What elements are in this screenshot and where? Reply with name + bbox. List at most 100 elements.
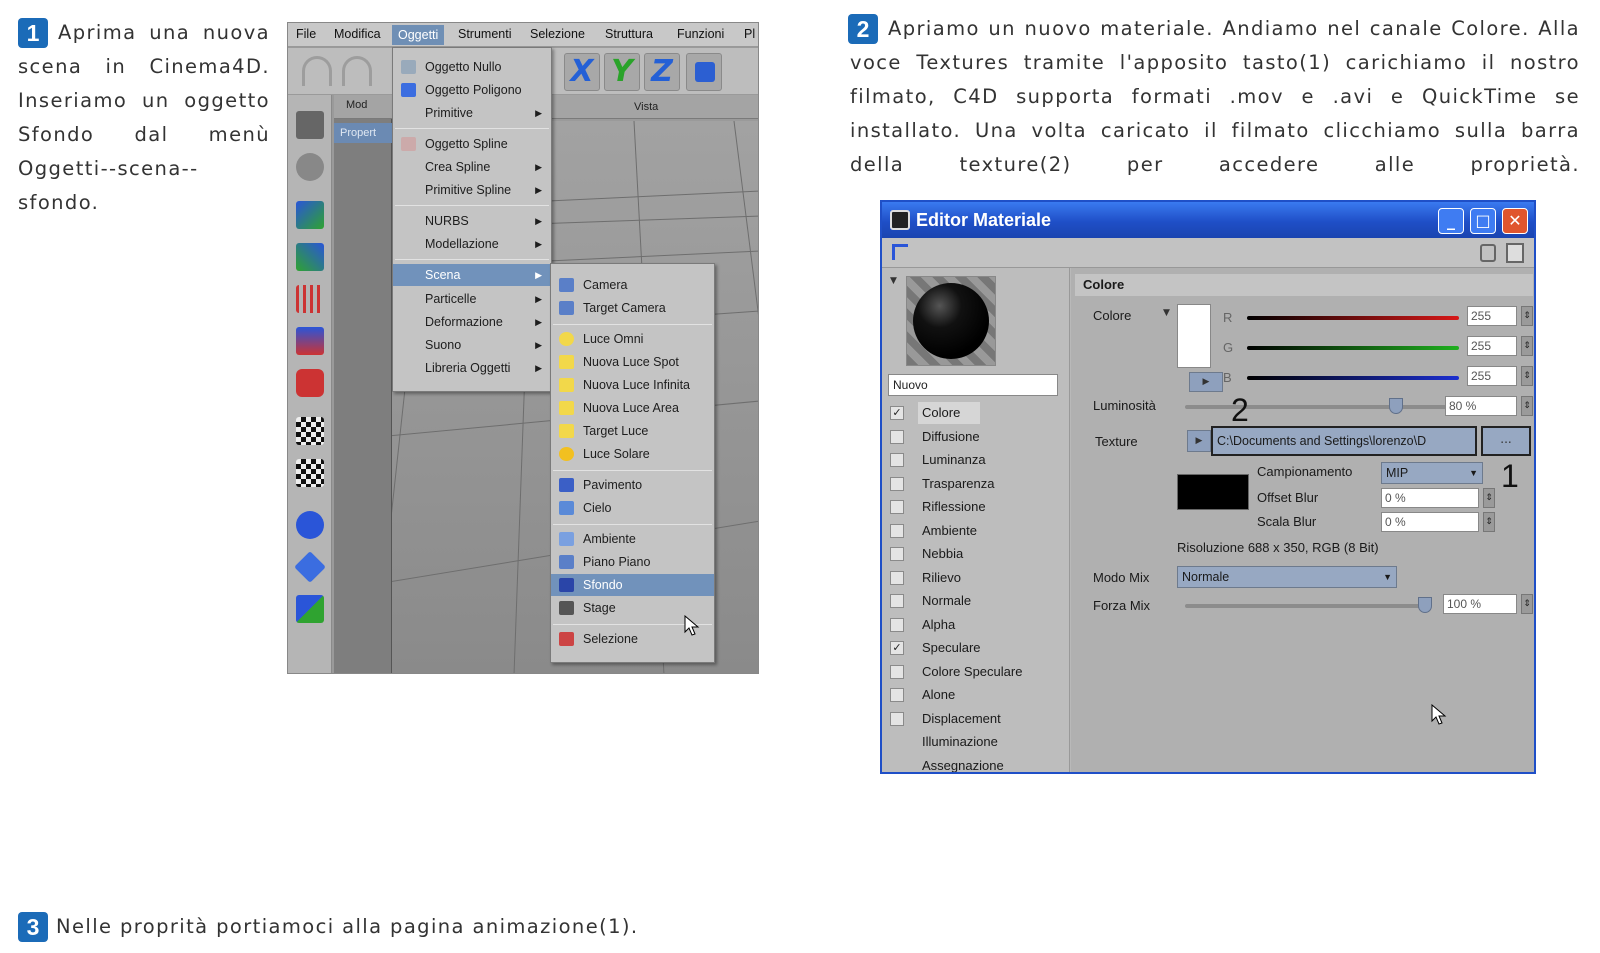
menu-item-primitive[interactable]: Primitive ▶ (393, 102, 551, 124)
channel-item[interactable]: Alpha (888, 614, 1068, 636)
minimize-button[interactable]: _ (1438, 208, 1464, 234)
menu-item-suono[interactable]: Suono ▶ (393, 334, 551, 356)
channel-item[interactable]: Rilievo (888, 567, 1068, 589)
g-spinner[interactable]: ⇕ (1521, 336, 1533, 356)
texture-menu-button[interactable]: ▶ (1187, 430, 1211, 452)
channel-checkbox[interactable] (890, 688, 904, 702)
menu-item-nuova-luce-area[interactable]: Nuova Luce Area (551, 397, 714, 419)
g-value-field[interactable]: 255 (1467, 336, 1517, 356)
coordinate-system-icon[interactable] (686, 53, 722, 91)
channel-checkbox[interactable] (890, 429, 904, 444)
r-value-field[interactable]: 255 (1467, 306, 1517, 326)
blue-slider[interactable] (1247, 376, 1459, 380)
arrow-pointer-icon[interactable] (892, 244, 908, 260)
color-picker-button[interactable]: ▶ (1189, 372, 1223, 392)
redo-icon[interactable] (342, 56, 372, 86)
menubar-file[interactable]: File (296, 27, 316, 41)
points-icon[interactable] (296, 285, 324, 313)
campionamento-dropdown[interactable]: MIP ▼ (1381, 462, 1483, 484)
channel-checkbox[interactable]: ✓ (890, 406, 904, 420)
channel-item[interactable]: Ambiente (888, 520, 1068, 542)
checker-icon[interactable] (296, 417, 324, 445)
menu-item-ambiente[interactable]: Ambiente (551, 528, 714, 550)
menu-item-sfondo[interactable]: Sfondo (551, 574, 714, 596)
menu-item-luce-omni[interactable]: Luce Omni (551, 328, 714, 350)
texture-load-button[interactable]: ... (1481, 426, 1531, 456)
axis-z-button[interactable]: Z (644, 53, 680, 91)
menu-item-crea-spline[interactable]: Crea Spline ▶ (393, 156, 551, 178)
menubar-modifica[interactable]: Modifica (334, 27, 381, 41)
menu-item-scena[interactable]: Scena ▶ (393, 264, 551, 286)
menu-item-oggetto-poligono[interactable]: Oggetto Poligono (393, 79, 551, 101)
b-value-field[interactable]: 255 (1467, 366, 1517, 386)
menu-item-luce-solare[interactable]: Luce Solare (551, 443, 714, 465)
channel-item[interactable]: ✓ Colore (888, 402, 1068, 424)
maximize-button[interactable]: □ (1470, 208, 1496, 234)
r-spinner[interactable]: ⇕ (1521, 306, 1533, 326)
channel-item[interactable]: Illuminazione (888, 731, 1068, 753)
channel-item[interactable]: Riflessione (888, 496, 1068, 518)
axis-tool-icon[interactable] (296, 243, 324, 271)
red-slider[interactable] (1247, 316, 1459, 320)
mix-strength-value-field[interactable]: 100 % (1443, 594, 1517, 614)
menu-item-oggetto-spline[interactable]: Oggetto Spline (393, 133, 551, 155)
menubar-struttura[interactable]: Struttura (605, 27, 653, 41)
channel-checkbox[interactable] (890, 523, 904, 538)
material-preview[interactable] (906, 276, 996, 366)
channel-item[interactable]: Normale (888, 590, 1068, 612)
channel-checkbox[interactable] (890, 476, 904, 491)
menu-item-cielo[interactable]: Cielo (551, 497, 714, 519)
menu-item-oggetto-nullo[interactable]: Oggetto Nullo (393, 56, 551, 78)
menu-item-libreria-oggetti[interactable]: Libreria Oggetti ▶ (393, 357, 551, 379)
menu-item-deformazione[interactable]: Deformazione ▶ (393, 311, 551, 333)
window-layout-icon[interactable] (1506, 243, 1524, 263)
channel-checkbox[interactable] (890, 500, 904, 514)
menu-item-piano-piano[interactable]: Piano Piano (551, 551, 714, 573)
move-icon[interactable] (296, 201, 324, 229)
mix-strength-spinner[interactable]: ⇕ (1521, 594, 1533, 614)
menubar-strumenti[interactable]: Strumenti (458, 27, 512, 41)
lock-icon[interactable] (1480, 244, 1496, 262)
gear-icon[interactable] (296, 153, 324, 181)
checker-axis-icon[interactable] (296, 459, 324, 487)
list-view-icon[interactable] (296, 111, 324, 139)
channel-checkbox[interactable] (890, 547, 904, 561)
editor-title-bar[interactable]: Editor Materiale (882, 202, 1534, 238)
luminosity-slider[interactable] (1185, 405, 1449, 409)
green-slider[interactable] (1247, 346, 1459, 350)
menubar-pl[interactable]: Pl (744, 27, 755, 41)
menu-item-nuova-luce-spot[interactable]: Nuova Luce Spot (551, 351, 714, 373)
mix-strength-slider[interactable] (1185, 604, 1425, 608)
menu-item-pavimento[interactable]: Pavimento (551, 474, 714, 496)
menubar-oggetti[interactable]: Oggetti (392, 25, 445, 45)
channel-item[interactable]: Alone (888, 684, 1068, 706)
menu-item-modellazione[interactable]: Modellazione ▶ (393, 233, 551, 255)
channel-item[interactable]: Assegnazione (888, 755, 1068, 773)
close-button[interactable]: ✕ (1502, 208, 1528, 234)
channel-checkbox[interactable] (890, 617, 904, 632)
channel-item[interactable]: Luminanza (888, 449, 1068, 471)
luminosity-spinner[interactable]: ⇕ (1521, 396, 1533, 416)
graph-icon[interactable] (296, 595, 324, 623)
properties-tab[interactable]: Propert (334, 123, 392, 143)
viewport-mode-label[interactable]: Mod (346, 99, 367, 111)
b-spinner[interactable]: ⇕ (1521, 366, 1533, 386)
scala-blur-field[interactable]: 0 % (1381, 512, 1479, 532)
channel-checkbox[interactable] (890, 453, 904, 467)
mix-mode-dropdown[interactable]: Normale ▼ (1177, 566, 1397, 588)
menu-item-nuova-luce-infinita[interactable]: Nuova Luce Infinita (551, 374, 714, 396)
menu-item-particelle[interactable]: Particelle ▶ (393, 288, 551, 310)
undo-icon[interactable] (302, 56, 332, 86)
channel-item[interactable]: Colore Speculare (888, 661, 1068, 683)
channel-checkbox[interactable]: ✓ (890, 641, 904, 655)
color-mode-arrow-icon[interactable]: ▼ (1163, 308, 1170, 318)
channel-item[interactable]: Diffusione (888, 426, 1068, 448)
menu-item-primitive-spline[interactable]: Primitive Spline ▶ (393, 179, 551, 201)
offset-blur-field[interactable]: 0 % (1381, 488, 1479, 508)
channel-item[interactable]: Trasparenza (888, 473, 1068, 495)
channel-checkbox[interactable] (890, 664, 904, 679)
edges-icon[interactable] (296, 327, 324, 355)
mix-strength-slider-handle[interactable] (1418, 597, 1432, 613)
scala-blur-spinner[interactable]: ⇕ (1483, 512, 1495, 532)
color-swatch[interactable] (1177, 304, 1211, 368)
